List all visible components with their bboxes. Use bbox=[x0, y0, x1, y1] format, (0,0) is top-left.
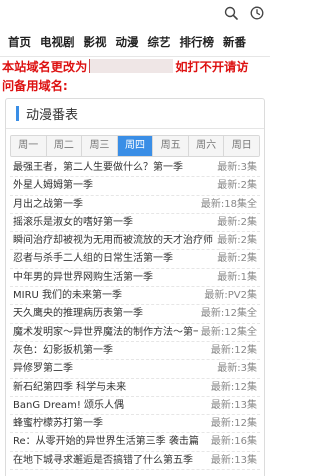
tab-day-3[interactable]: 周三 bbox=[81, 136, 117, 156]
list-item[interactable]: Re：从零开始的异世界生活第三季 袭击篇 最新:16集 bbox=[10, 433, 260, 452]
nav-item-movie[interactable]: 影视 bbox=[84, 32, 107, 54]
episode-status: 最新:3集 bbox=[214, 159, 257, 177]
list-item[interactable]: 中年男的异世界网购生活第一季 最新:1集 bbox=[10, 268, 260, 288]
anime-title-link[interactable]: 月出之战第一季 bbox=[13, 196, 83, 213]
anime-list: 最强王者，第二人生要做什么？第一季 最新:3集 外星人姆姆第一季 最新:2集 月出之战第… bbox=[10, 159, 260, 471]
episode-status: 最新:2集 bbox=[214, 177, 257, 195]
tab-day-6[interactable]: 周六 bbox=[187, 136, 224, 156]
redacted-domain bbox=[89, 59, 174, 73]
anime-title-link[interactable]: 摇滚乐是淑女的嗜好第一季 bbox=[13, 214, 133, 231]
card-header: 动漫番表 bbox=[6, 99, 264, 129]
title-accent-bar bbox=[16, 106, 19, 121]
tab-day-4[interactable]: 周四 bbox=[116, 136, 153, 156]
anime-title-link[interactable]: 新石纪第四季 科学与未来 bbox=[13, 379, 126, 396]
list-item[interactable]: MIRU 我们的未来第一季 最新:PV2集 bbox=[10, 287, 260, 306]
tab-day-1[interactable]: 周一 bbox=[11, 136, 46, 156]
list-item[interactable]: 天久鹰央的推理病历表第一季 最新:12集全 bbox=[10, 305, 260, 324]
episode-status: 最新:12集 bbox=[207, 378, 257, 396]
tab-day-2[interactable]: 周二 bbox=[45, 136, 82, 156]
anime-schedule-card: 动漫番表 周一 周二 周三 周四 周五 周六 周日 最强王者，第二人生要做什么？第一季最新:… bbox=[5, 98, 265, 476]
episode-status: 最新:13集 bbox=[207, 396, 257, 415]
anime-title-link[interactable]: 魔术发明家～异世界魔法的制作方法～第一季 bbox=[13, 324, 213, 341]
anime-title-link[interactable]: 中年男的异世界网购生活第一季 bbox=[13, 269, 153, 286]
list-item[interactable]: 新石纪第四季 科学与未来 最新:12集 bbox=[10, 378, 260, 397]
nav-item-ranking[interactable]: 排行榜 bbox=[180, 32, 215, 54]
nav-item-anime[interactable]: 动漫 bbox=[116, 32, 139, 54]
nav-item-tv[interactable]: 电视剧 bbox=[40, 32, 75, 54]
episode-status: 最新:13集 bbox=[207, 451, 257, 470]
episode-status: 最新:2集 bbox=[214, 232, 257, 250]
anime-title-link[interactable]: 灰色：幻影扳机第一季 bbox=[13, 342, 113, 359]
episode-status: 最新:2集 bbox=[214, 213, 257, 232]
nav-item-new[interactable]: 新番 bbox=[223, 32, 246, 54]
anime-title-link[interactable]: BanG Dream! 颂乐人偶 bbox=[13, 397, 124, 414]
notice-text-start: 本站域名更改为 bbox=[2, 60, 88, 74]
domain-notice: 本站域名更改为 如打不开请访 问备用域名: bbox=[0, 56, 270, 96]
top-bar bbox=[0, 0, 270, 30]
list-item[interactable]: 月出之战第一季 最新:18集全 bbox=[10, 195, 260, 214]
anime-title-link[interactable]: 天久鹰央的推理病历表第一季 bbox=[13, 305, 143, 322]
tab-day-5[interactable]: 周五 bbox=[152, 136, 188, 156]
anime-title-link[interactable]: 忍者与杀手二人组的日常生活第一季 bbox=[13, 250, 173, 267]
list-item[interactable]: 异修罗第二季 最新:3集 bbox=[10, 360, 260, 379]
nav-item-home[interactable]: 首页 bbox=[8, 32, 31, 54]
anime-title-link[interactable]: 外星人姆姆第一季 bbox=[13, 177, 93, 194]
anime-title-link[interactable]: Re：从零开始的异世界生活第三季 袭击篇 bbox=[13, 433, 199, 450]
episode-status: 最新:12集 bbox=[207, 415, 257, 433]
list-item[interactable]: 瞬间治疗却被视为无用而被流放的天才治疗师 最新:2集 bbox=[10, 232, 260, 251]
notice-text-end: 如打不开请访 bbox=[175, 60, 249, 74]
card-title: 动漫番表 bbox=[26, 108, 79, 123]
list-item[interactable]: 在地下城寻求邂逅是否搞错了什么第五季 最新:13集 bbox=[10, 451, 260, 471]
episode-status: 最新:3集 bbox=[214, 360, 257, 378]
anime-title-link[interactable]: 异修罗第二季 bbox=[13, 360, 73, 377]
list-item[interactable]: 魔术发明家～异世界魔法的制作方法～第一季 最新:12集全 bbox=[10, 323, 260, 342]
episode-status: 最新:12集全 bbox=[197, 305, 257, 323]
tab-day-7[interactable]: 周日 bbox=[223, 136, 259, 156]
anime-title-link[interactable]: MIRU 我们的未来第一季 bbox=[13, 287, 122, 304]
list-item[interactable]: 最强王者，第二人生要做什么？第一季 最新:3集 bbox=[10, 159, 260, 178]
episode-status: 最新:2集 bbox=[214, 250, 257, 268]
episode-status: 最新:12集全 bbox=[197, 323, 257, 341]
episode-status: 最新:PV2集 bbox=[201, 287, 257, 305]
episode-status: 最新:12集 bbox=[207, 341, 257, 360]
history-icon[interactable] bbox=[250, 6, 264, 20]
list-item[interactable]: 外星人姆姆第一季 最新:2集 bbox=[10, 177, 260, 196]
main-nav: 首页 电视剧 影视 动漫 综艺 排行榜 新番 bbox=[0, 32, 270, 54]
episode-status: 最新:18集全 bbox=[197, 195, 257, 213]
search-icon[interactable] bbox=[224, 6, 238, 20]
episode-status: 最新:16集 bbox=[207, 433, 257, 451]
list-item[interactable]: 摇滚乐是淑女的嗜好第一季 最新:2集 bbox=[10, 213, 260, 233]
anime-title-link[interactable]: 蜂蜜柠檬苏打第一季 bbox=[13, 415, 103, 432]
list-item[interactable]: BanG Dream! 颂乐人偶 最新:13集 bbox=[10, 396, 260, 416]
list-item[interactable]: 灰色：幻影扳机第一季 最新:12集 bbox=[10, 341, 260, 361]
list-item[interactable]: 忍者与杀手二人组的日常生活第一季 最新:2集 bbox=[10, 250, 260, 269]
episode-status: 最新:1集 bbox=[214, 268, 257, 287]
top-icons bbox=[224, 6, 264, 20]
anime-title-link[interactable]: 瞬间治疗却被视为无用而被流放的天才治疗师 bbox=[13, 232, 213, 249]
weekday-tabs: 周一 周二 周三 周四 周五 周六 周日 bbox=[10, 135, 260, 157]
list-item[interactable]: 蜂蜜柠檬苏打第一季 最新:12集 bbox=[10, 415, 260, 434]
anime-title-link[interactable]: 在地下城寻求邂逅是否搞错了什么第五季 bbox=[13, 452, 193, 469]
anime-title-link[interactable]: 最强王者，第二人生要做什么？第一季 bbox=[13, 159, 183, 176]
nav-item-variety[interactable]: 综艺 bbox=[148, 32, 171, 54]
notice-text-backup: 问备用域名: bbox=[2, 79, 68, 93]
